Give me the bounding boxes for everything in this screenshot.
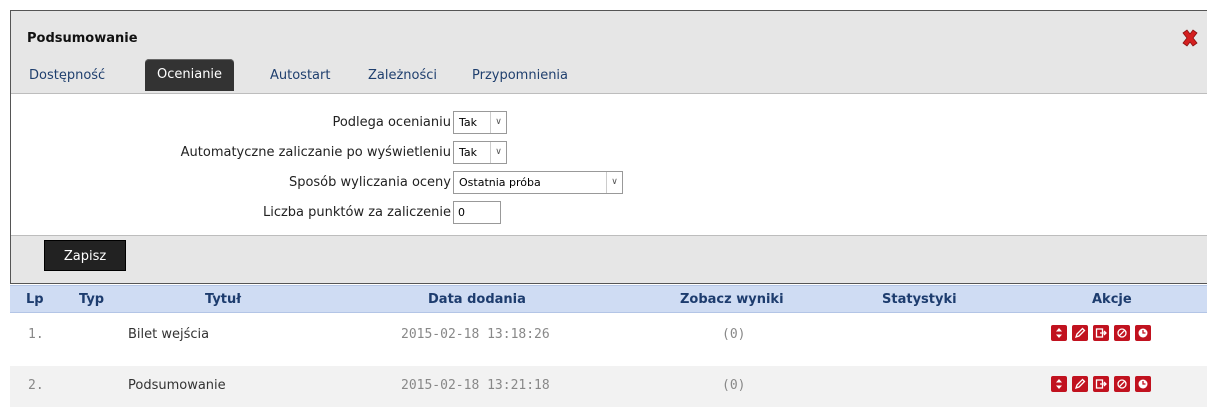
- graded-select[interactable]: Tak ∨: [453, 111, 507, 134]
- header-lp: Lp: [26, 292, 44, 307]
- auto-pass-select-value: Tak: [459, 146, 478, 159]
- row-lp: 2.: [28, 378, 44, 393]
- table-row: 1. Bilet wejścia 2015-02-18 13:18:26 (0): [10, 315, 1207, 356]
- auto-pass-label: Automatyczne zaliczanie po wyświetleniu: [180, 145, 451, 160]
- table-header: Lp Typ Tytuł Data dodania Zobacz wyniki …: [10, 285, 1207, 313]
- disable-icon[interactable]: [1114, 376, 1130, 392]
- export-icon[interactable]: [1093, 376, 1109, 392]
- table-row: 2. Podsumowanie 2015-02-18 13:21:18 (0): [10, 366, 1207, 407]
- header-date: Data dodania: [428, 292, 526, 307]
- points-label: Liczba punktów za zaliczenie: [262, 205, 451, 220]
- move-icon[interactable]: [1051, 376, 1067, 392]
- header-title: Tytuł: [205, 292, 242, 307]
- row-actions: [1051, 325, 1151, 341]
- settings-dialog: Podsumowanie Dostępność Ocenianie Autost…: [10, 10, 1207, 284]
- graded-label: Podlega ocenianiu: [332, 115, 451, 130]
- auto-pass-select[interactable]: Tak ∨: [453, 141, 507, 164]
- grade-method-label: Sposób wyliczania oceny: [288, 175, 451, 190]
- chevron-down-icon: ∨: [490, 112, 506, 133]
- clock-icon[interactable]: [1135, 376, 1151, 392]
- graded-select-value: Tak: [459, 116, 478, 129]
- points-input[interactable]: 0: [453, 201, 501, 224]
- save-button[interactable]: Zapisz: [44, 240, 126, 271]
- header-stats: Statystyki: [882, 292, 957, 307]
- row-actions: [1051, 376, 1151, 392]
- row-title[interactable]: Podsumowanie: [128, 378, 226, 393]
- edit-icon[interactable]: [1072, 376, 1088, 392]
- tab-autostart[interactable]: Autostart: [270, 68, 330, 83]
- row-results-link[interactable]: (0): [722, 378, 745, 393]
- header-results: Zobacz wyniki: [680, 292, 784, 307]
- export-icon[interactable]: [1093, 325, 1109, 341]
- tab-dostepnosc[interactable]: Dostępność: [29, 68, 105, 83]
- header-actions: Akcje: [1092, 292, 1132, 307]
- grading-form-panel: Podlega ocenianiu Tak ∨ Automatyczne zal…: [11, 93, 1207, 236]
- move-icon[interactable]: [1051, 325, 1067, 341]
- clock-icon[interactable]: [1135, 325, 1151, 341]
- row-date: 2015-02-18 13:21:18: [401, 378, 550, 393]
- chevron-down-icon: ∨: [490, 142, 506, 163]
- row-lp: 1.: [28, 327, 44, 342]
- close-icon[interactable]: [1179, 27, 1201, 49]
- tab-przypomnienia[interactable]: Przypomnienia: [472, 68, 568, 83]
- disable-icon[interactable]: [1114, 325, 1130, 341]
- dialog-title: Podsumowanie: [27, 31, 138, 46]
- tab-zaleznosci[interactable]: Zależności: [368, 68, 437, 83]
- chevron-down-icon: ∨: [606, 172, 622, 193]
- row-date: 2015-02-18 13:18:26: [401, 327, 550, 342]
- row-results-link[interactable]: (0): [722, 327, 745, 342]
- row-title[interactable]: Bilet wejścia: [128, 327, 209, 342]
- tab-ocenianie[interactable]: Ocenianie: [145, 59, 235, 91]
- header-typ: Typ: [79, 292, 105, 307]
- grade-method-select[interactable]: Ostatnia próba ∨: [453, 171, 623, 194]
- edit-icon[interactable]: [1072, 325, 1088, 341]
- grade-method-select-value: Ostatnia próba: [459, 176, 541, 189]
